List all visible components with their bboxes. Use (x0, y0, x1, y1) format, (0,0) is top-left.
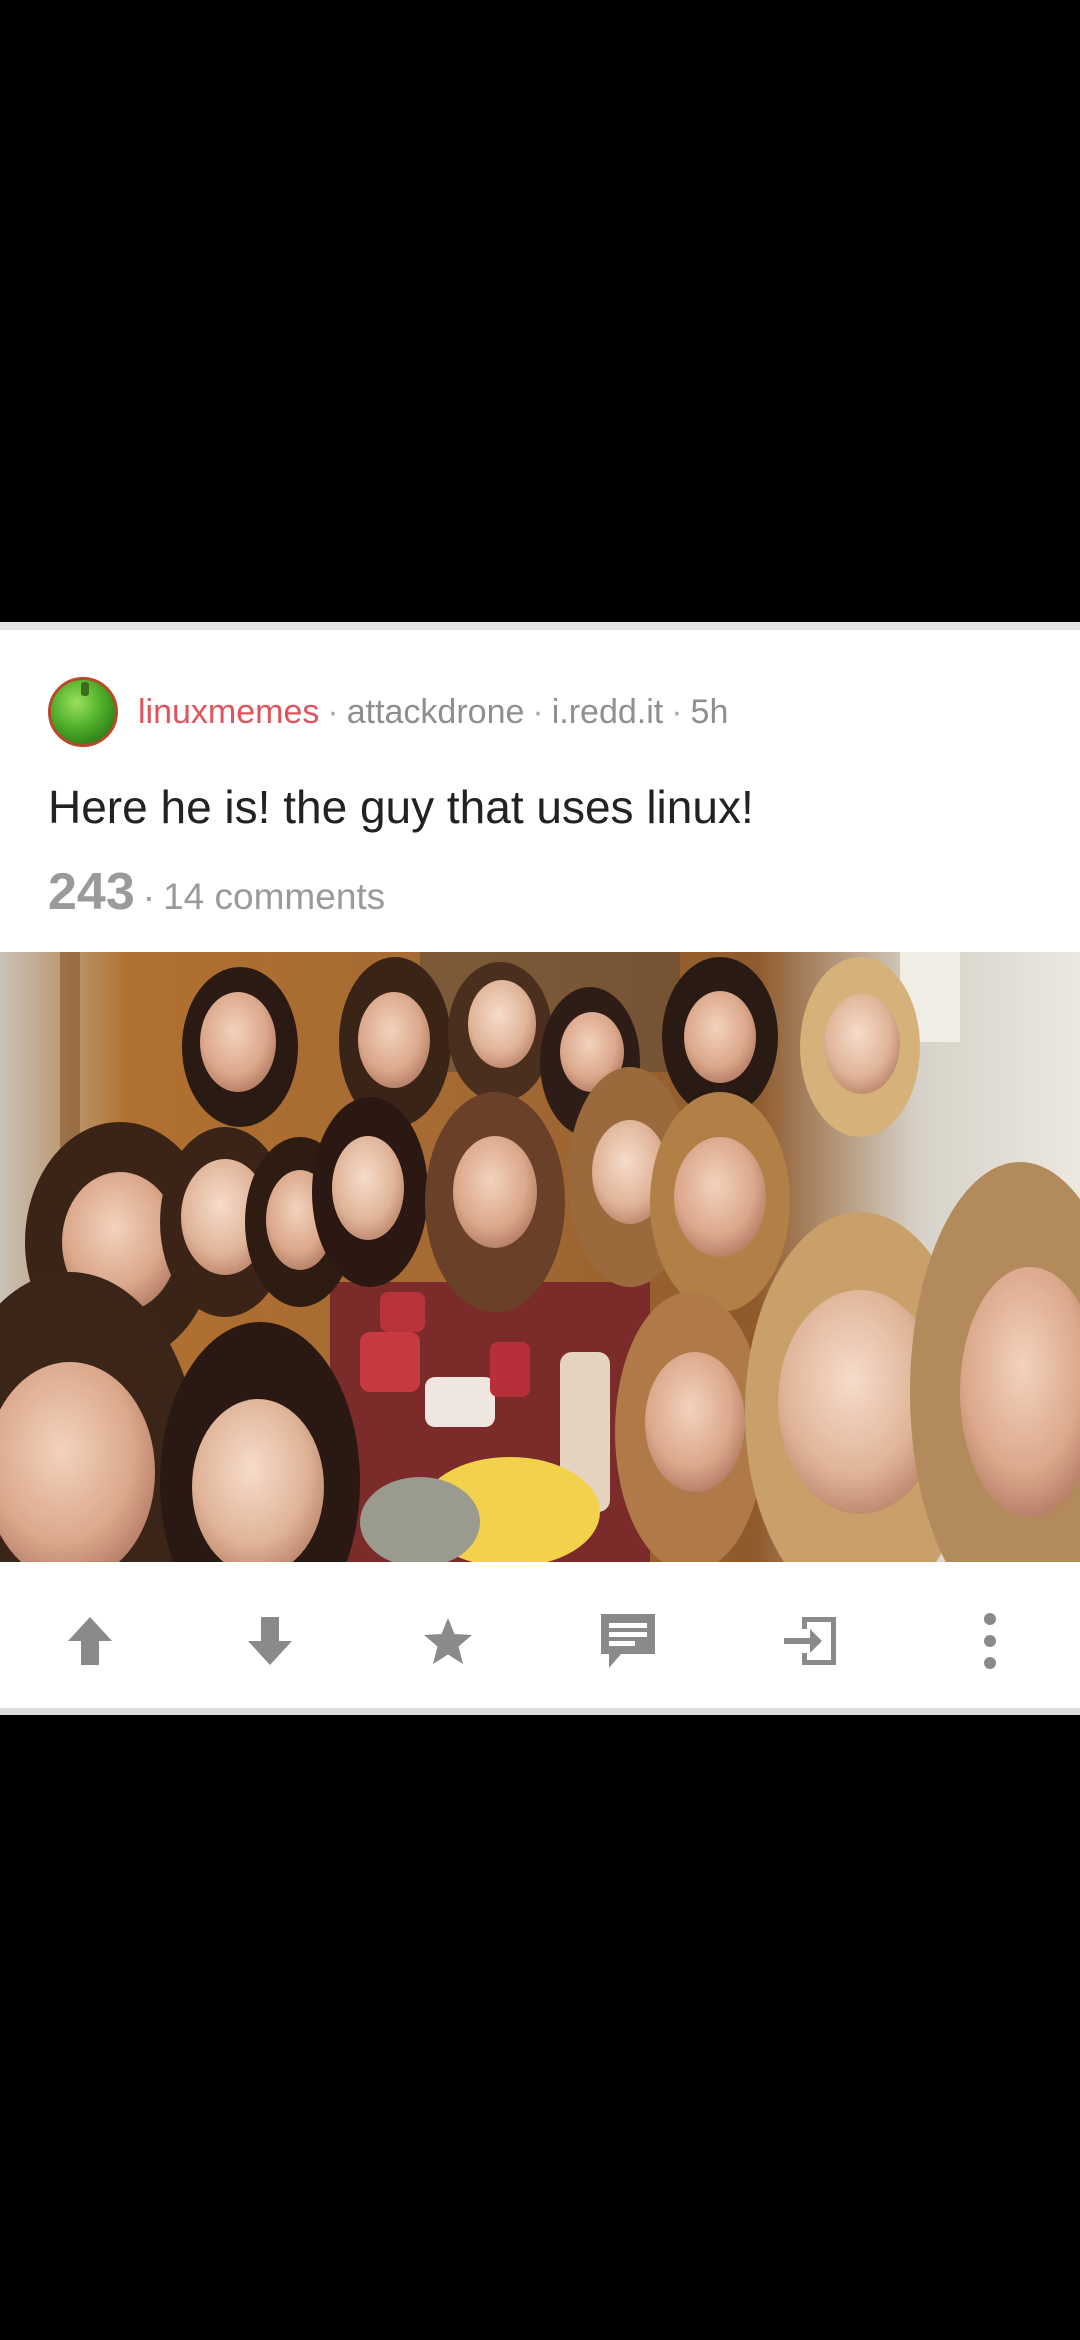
star-icon (424, 1618, 472, 1664)
meta-text: linuxmemes · attackdrone · i.redd.it · 5h (138, 693, 728, 732)
post-age: 5h (690, 692, 729, 731)
action-bar (0, 1582, 1080, 1700)
open-link-icon (784, 1617, 836, 1665)
meta-separator: · (532, 692, 544, 731)
post-score: 243 (48, 863, 135, 921)
arrow-down-icon (248, 1617, 292, 1665)
card-divider-bottom (0, 1708, 1080, 1715)
post-image[interactable] (0, 952, 1080, 1562)
subreddit-link[interactable]: linuxmemes (138, 693, 319, 731)
save-button[interactable] (388, 1582, 508, 1700)
card-divider-top (0, 622, 1080, 630)
upvote-button[interactable] (30, 1582, 150, 1700)
arrow-up-icon (68, 1617, 112, 1665)
post-card[interactable]: linuxmemes · attackdrone · i.redd.it · 5h Here… (0, 622, 1080, 1715)
downvote-button[interactable] (210, 1582, 330, 1700)
open-link-button[interactable] (750, 1582, 870, 1700)
post-meta: linuxmemes · attackdrone · i.redd.it · 5h (48, 676, 728, 748)
meta-separator: · (327, 692, 339, 731)
group-selfie-photo (0, 952, 1080, 1562)
subreddit-avatar-icon[interactable] (48, 677, 118, 747)
comments-button[interactable] (568, 1582, 688, 1700)
comments-count[interactable]: 14 comments (163, 876, 385, 918)
meta-separator: · (671, 692, 683, 731)
domain-link[interactable]: i.redd.it (552, 693, 664, 731)
post-stats: 243 · 14 comments (48, 862, 385, 922)
author-link[interactable]: attackdrone (347, 693, 525, 731)
more-vertical-icon (984, 1613, 996, 1669)
post-title[interactable]: Here he is! the guy that uses linux! (48, 780, 754, 834)
stats-separator: · (142, 876, 156, 917)
more-options-button[interactable] (930, 1582, 1050, 1700)
comment-icon (601, 1614, 655, 1668)
screen: linuxmemes · attackdrone · i.redd.it · 5h Here… (0, 0, 1080, 2340)
